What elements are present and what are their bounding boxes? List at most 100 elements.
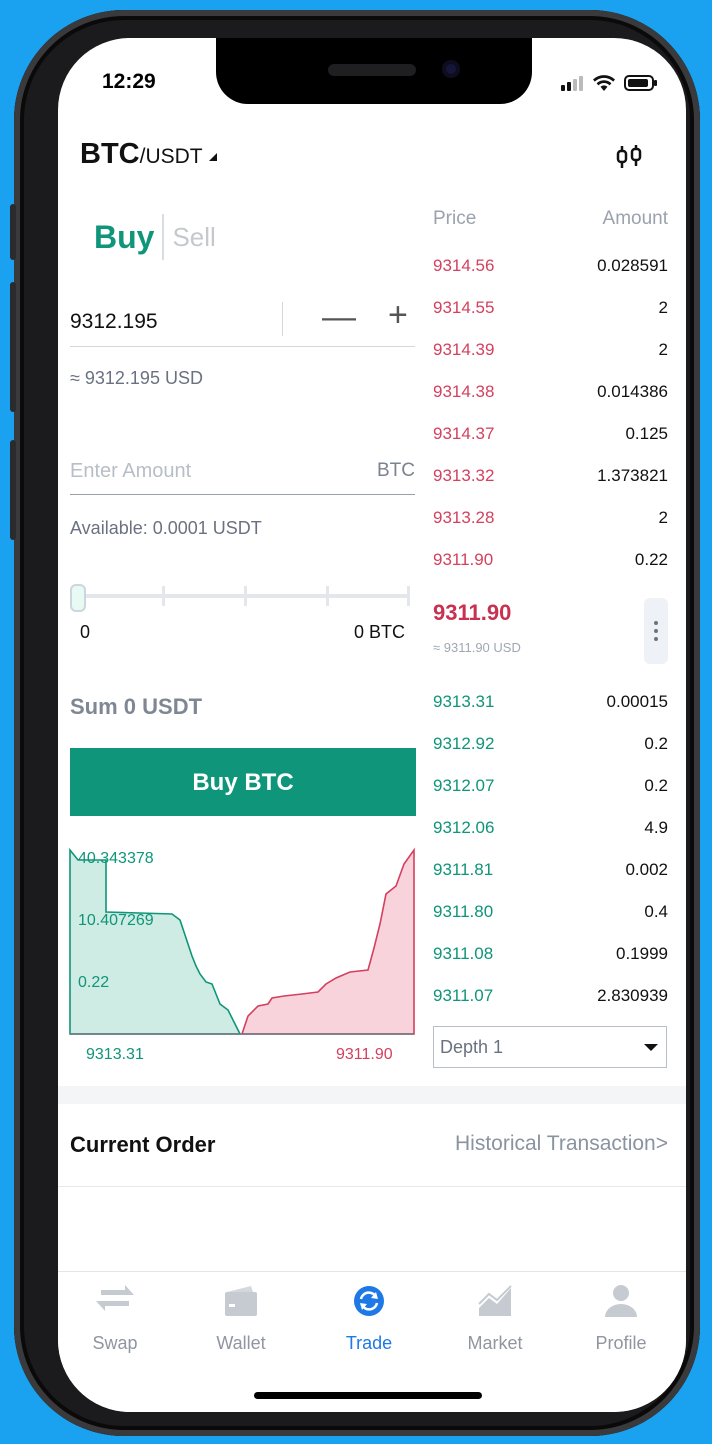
bid-row[interactable]: 9311.81 0.002 [433, 860, 668, 902]
battery-icon [624, 75, 657, 91]
ask-price: 9314.39 [433, 340, 495, 359]
tab-swap[interactable]: Swap [60, 1284, 170, 1354]
tab-market[interactable]: Market [440, 1284, 550, 1354]
buy-btc-button[interactable]: Buy BTC [70, 748, 416, 816]
depth-select[interactable]: Depth 1 [433, 1026, 667, 1068]
amount-placeholder[interactable]: Enter Amount [70, 460, 191, 483]
depth-chart: 40.343378 10.407269 0.22 9313.31 9311.90 [68, 844, 418, 1063]
depth-select-value: Depth 1 [440, 1037, 504, 1057]
tab-sell[interactable]: Sell [172, 222, 215, 253]
ask-amount: 0.22 [634, 550, 668, 569]
slider-tick[interactable] [244, 586, 247, 606]
bottom-tab-bar: Swap Wallet Trade Market Profile [58, 1271, 686, 1412]
more-dot-icon [654, 621, 658, 625]
depth-ask-price-label: 9311.90 [336, 1046, 393, 1063]
front-camera [442, 60, 460, 78]
trade-side-tabs: Buy Sell [94, 214, 216, 260]
bid-row[interactable]: 9313.31 0.00015 [433, 692, 668, 734]
depth-label-mid: 10.407269 [78, 912, 154, 929]
bid-row[interactable]: 9312.92 0.2 [433, 734, 668, 776]
current-order-title: Current Order [70, 1132, 216, 1157]
more-options-button[interactable] [644, 598, 668, 664]
bid-row[interactable]: 9312.06 4.9 [433, 818, 668, 860]
ask-price: 9313.28 [433, 508, 495, 527]
trade-icon [354, 1286, 384, 1316]
depth-label-top: 40.343378 [78, 850, 154, 867]
bid-price: 9311.08 [433, 944, 494, 963]
price-field[interactable]: 9312.195 — + [70, 296, 415, 347]
ask-amount: 2 [658, 508, 668, 527]
amount-field[interactable]: Enter Amount BTC [70, 456, 415, 495]
bid-amount: 0.2 [644, 776, 668, 795]
slider-track [76, 594, 410, 598]
tab-buy[interactable]: Buy [94, 219, 154, 256]
wifi-icon [593, 75, 615, 91]
tab-divider [162, 214, 165, 260]
ask-row[interactable]: 9314.38 0.014386 [433, 382, 668, 424]
slider-tick[interactable] [407, 586, 410, 606]
bid-price: 9311.81 [433, 860, 494, 879]
ask-price: 9314.55 [433, 298, 495, 317]
tab-profile-label: Profile [595, 1333, 647, 1353]
slider-tick[interactable] [162, 586, 165, 606]
order-sum: Sum 0 USDT [70, 694, 203, 719]
bid-amount: 0.002 [625, 860, 668, 879]
ask-price: 9311.90 [433, 550, 494, 569]
ask-row[interactable]: 9314.39 2 [433, 340, 668, 382]
tab-swap-label: Swap [92, 1333, 138, 1353]
status-icons [560, 74, 658, 92]
notch [216, 38, 532, 104]
tab-profile[interactable]: Profile [566, 1284, 676, 1354]
speaker-grille [328, 64, 416, 76]
bid-row[interactable]: 9311.07 2.830939 [433, 986, 668, 1028]
depth-label-low: 0.22 [78, 974, 110, 991]
bid-amount: 0.2 [644, 734, 668, 753]
ask-price: 9313.32 [433, 466, 495, 485]
ask-price: 9314.37 [433, 424, 495, 443]
slider-max-label: 0 BTC [354, 622, 406, 642]
ask-amount: 2 [658, 298, 668, 317]
section-divider [58, 1086, 686, 1104]
historical-transaction-link[interactable]: Historical Transaction> [455, 1132, 668, 1156]
tab-wallet[interactable]: Wallet [186, 1284, 296, 1354]
slider-tick[interactable] [326, 586, 329, 606]
ask-row[interactable]: 9314.37 0.125 [433, 424, 668, 466]
ask-row[interactable]: 9313.28 2 [433, 508, 668, 550]
increase-price-button[interactable]: + [388, 296, 408, 335]
bid-amount: 0.00015 [606, 692, 668, 711]
wallet-icon [225, 1286, 257, 1316]
market-icon [478, 1285, 512, 1316]
bid-row[interactable]: 9311.08 0.1999 [433, 944, 668, 986]
slider-handle[interactable] [70, 584, 86, 612]
price-value[interactable]: 9312.195 [70, 310, 158, 334]
available-balance: Available: 0.0001 USDT [70, 518, 262, 538]
pair-base: BTC [80, 138, 140, 170]
ask-row[interactable]: 9313.32 1.373821 [433, 466, 668, 508]
orderbook-header-amount: Amount [602, 208, 668, 229]
bid-price: 9312.06 [433, 818, 495, 837]
depth-bid-area [69, 847, 242, 1035]
decrease-price-button[interactable]: — [322, 298, 356, 337]
amount-unit: BTC [377, 460, 415, 481]
tab-trade-label: Trade [345, 1333, 393, 1353]
bid-amount: 4.9 [644, 818, 668, 837]
bid-row[interactable]: 9312.07 0.2 [433, 776, 668, 818]
pair-quote: /USDT [139, 145, 203, 168]
pair-selector[interactable]: BTC /USDT [80, 138, 217, 171]
bid-price: 9312.07 [433, 776, 495, 795]
signal-icon [561, 76, 583, 91]
amount-slider[interactable] [70, 582, 410, 612]
price-usd-equivalent: ≈ 9312.195 USD [70, 368, 203, 388]
bid-price: 9311.07 [433, 986, 494, 1005]
ask-row[interactable]: 9314.55 2 [433, 298, 668, 340]
ask-row[interactable]: 9314.56 0.028591 [433, 256, 668, 298]
bid-amount: 0.1999 [616, 944, 668, 963]
tab-trade[interactable]: Trade [314, 1284, 424, 1354]
ask-amount: 0.014386 [597, 382, 668, 401]
candlestick-chart-icon[interactable] [614, 142, 644, 177]
ask-row[interactable]: 9311.90 0.22 [433, 550, 668, 592]
bid-row[interactable]: 9311.80 0.4 [433, 902, 668, 944]
bid-price: 9313.31 [433, 692, 495, 711]
slider-min-label: 0 [80, 622, 91, 642]
more-dot-icon [654, 637, 658, 641]
